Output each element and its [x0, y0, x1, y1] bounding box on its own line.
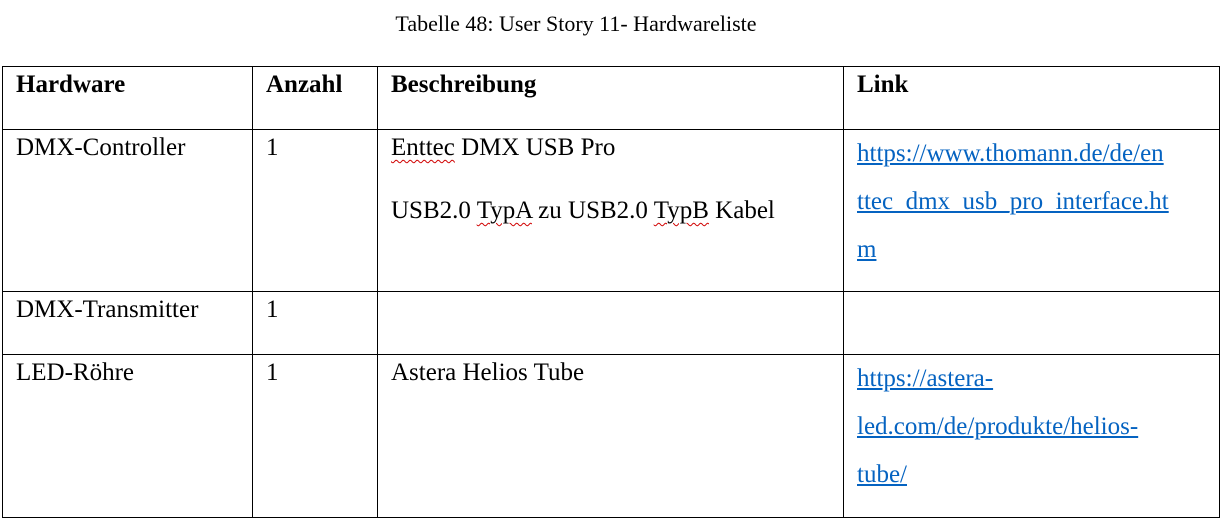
description-line: USB2.0 TypA zu USB2.0 TypB Kabel	[391, 197, 775, 224]
table-caption: Tabelle 48: User Story 11- Hardwareliste	[395, 11, 757, 36]
header-beschreibung: Beschreibung	[377, 66, 844, 130]
hardware-table: Hardware Anzahl Beschreibung Link DMX-Co…	[2, 66, 1220, 518]
cell-link: https://www.thomann.de/de/en ttec_dmx_us…	[843, 129, 1220, 292]
spellcheck-word: TypB	[653, 197, 709, 224]
cell-beschreibung: Enttec DMX USB Pro USB2.0 TypA zu USB2.0…	[377, 129, 844, 292]
table-header-row: Hardware Anzahl Beschreibung Link	[2, 66, 1220, 130]
cell-link: https://astera- led.com/de/produkte/heli…	[843, 354, 1220, 518]
spellcheck-word: TypA	[476, 197, 532, 224]
cell-beschreibung	[377, 291, 844, 355]
description-line: Astera Helios Tube	[391, 359, 585, 386]
table-row: LED-Röhre 1 Astera Helios Tube https://a…	[2, 354, 1220, 518]
cell-hardware: DMX-Controller	[2, 129, 253, 292]
cell-beschreibung: Astera Helios Tube	[377, 354, 844, 518]
thomann-link[interactable]: ttec_dmx_usb_pro_interface.ht	[857, 178, 1209, 226]
cell-hardware: LED-Röhre	[2, 354, 253, 518]
astera-link[interactable]: tube/	[857, 451, 1209, 499]
thomann-link[interactable]: m	[857, 226, 1209, 274]
table-row: DMX-Transmitter 1	[2, 291, 1220, 355]
header-link: Link	[843, 66, 1220, 130]
cell-text: DMX-Transmitter	[16, 296, 199, 323]
header-anzahl: Anzahl	[252, 66, 378, 130]
cell-text: 1	[266, 134, 279, 161]
cell-anzahl: 1	[252, 129, 378, 292]
cell-hardware: DMX-Transmitter	[2, 291, 253, 355]
cell-text: DMX-Controller	[16, 134, 186, 161]
cell-anzahl: 1	[252, 291, 378, 355]
description-line: Enttec DMX USB Pro	[391, 134, 616, 161]
cell-link	[843, 291, 1220, 355]
cell-text: LED-Röhre	[16, 359, 135, 386]
spellcheck-word: Enttec	[391, 134, 455, 161]
thomann-link[interactable]: https://www.thomann.de/de/en	[857, 131, 1209, 179]
header-hardware: Hardware	[2, 66, 253, 130]
astera-link[interactable]: led.com/de/produkte/helios-	[857, 403, 1209, 451]
cell-anzahl: 1	[252, 354, 378, 518]
table-row: DMX-Controller 1 Enttec DMX USB Pro USB2…	[2, 129, 1220, 292]
cell-text: 1	[266, 359, 279, 386]
cell-text: 1	[266, 296, 279, 323]
astera-link[interactable]: https://astera-	[857, 356, 1209, 404]
